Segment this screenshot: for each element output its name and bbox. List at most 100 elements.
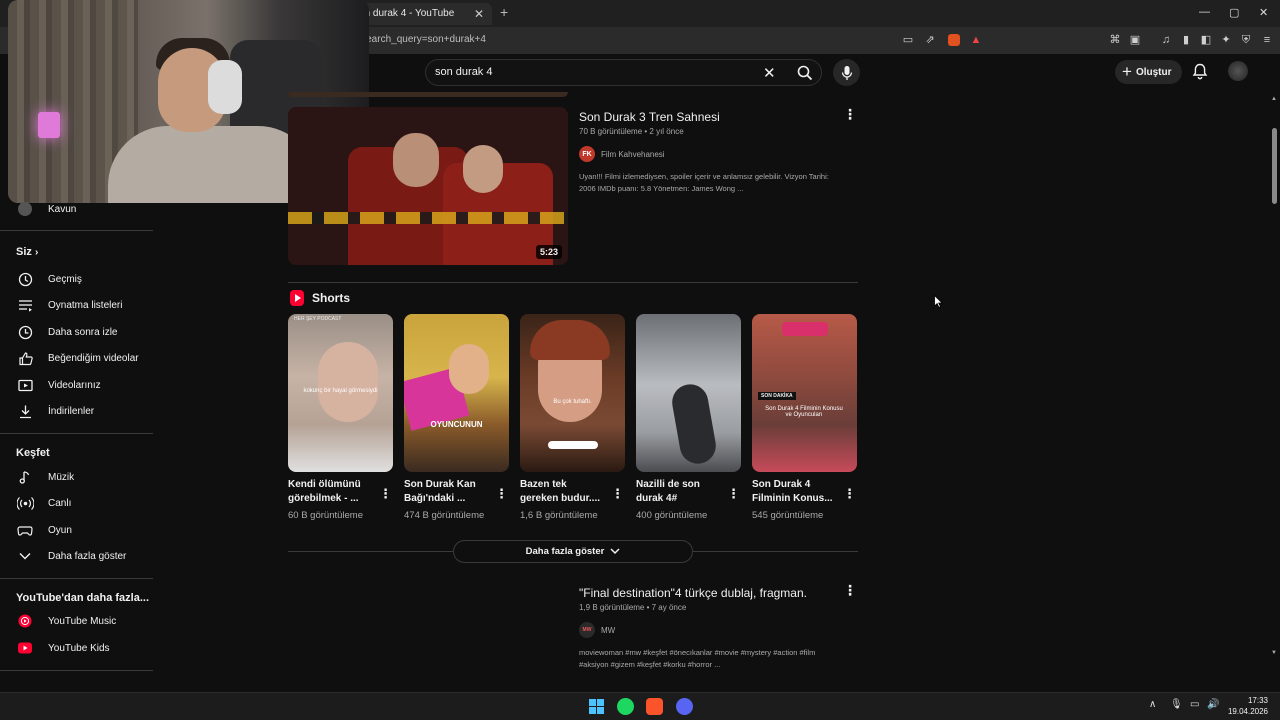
sidebar-item-downloads[interactable]: İndirilenler <box>0 399 155 423</box>
scroll-down-icon[interactable]: ▼ <box>1271 650 1277 656</box>
plus-icon: + <box>1122 62 1132 81</box>
short-thumbnail[interactable]: OYUNCUNUN <box>404 314 509 472</box>
sidebar-item-youtube-music[interactable]: YouTube Music <box>0 609 155 633</box>
short-thumbnail[interactable]: SON DAKİKA Son Durak 4 Filminin Konusu v… <box>752 314 857 472</box>
search-button[interactable] <box>788 60 822 85</box>
sidebar-section-you[interactable]: Siz › <box>0 240 155 264</box>
short-menu-icon[interactable]: ⋮ <box>727 486 740 502</box>
search-box[interactable]: son durak 4 ✕ <box>425 59 822 86</box>
create-button[interactable]: + Oluştur <box>1115 60 1182 84</box>
system-clock[interactable]: 17:33 19.04.2026 <box>1224 695 1268 717</box>
like-icon <box>16 349 34 367</box>
section-heading: YouTube'dan daha fazla... <box>16 592 149 604</box>
rewards-icon[interactable]: ▲ <box>970 34 982 46</box>
scrollbar-thumb[interactable] <box>1272 128 1277 204</box>
section-heading: Keşfet <box>16 447 50 459</box>
sidebar-item-playlists[interactable]: Oynatma listeleri <box>0 293 155 317</box>
short-tag: SON DAKİKA <box>758 392 796 400</box>
spotify-icon[interactable] <box>617 698 634 715</box>
short-views: 400 görüntüleme <box>636 510 708 521</box>
sidebar-item-label: Canlı <box>48 497 72 509</box>
taskbar: ∧ 🎙 ▭ 🔊 17:33 19.04.2026 <box>0 692 1280 720</box>
short-menu-icon[interactable]: ⋮ <box>495 486 508 502</box>
short-title[interactable]: Nazilli de son durak 4# <box>636 478 726 506</box>
media-icon[interactable]: ♫ <box>1160 34 1172 46</box>
short-thumbnail[interactable] <box>636 314 741 472</box>
sidebar-section-more-from-youtube: YouTube'dan daha fazla... <box>0 586 155 610</box>
watch-later-icon <box>16 323 34 341</box>
sidebar-item-your-videos[interactable]: Videolarınız <box>0 373 155 397</box>
share-icon[interactable]: ⇗ <box>924 34 936 46</box>
network-icon[interactable]: ▭ <box>1190 699 1199 710</box>
channel-name: Film Kahvehanesi <box>601 149 665 159</box>
new-tab-button[interactable]: + <box>500 4 508 20</box>
microphone-tray-icon[interactable]: 🎙 <box>1170 699 1183 710</box>
extensions-icon[interactable]: ⌘ <box>1109 34 1121 46</box>
sidebar-item-show-more[interactable]: Daha fazla göster <box>0 544 155 568</box>
sidebar-item-gaming[interactable]: Oyun <box>0 518 155 542</box>
maximize-button[interactable]: ▢ <box>1229 6 1239 19</box>
close-window-button[interactable]: ✕ <box>1259 6 1268 19</box>
sidebar-item-watch-later[interactable]: Daha sonra izle <box>0 320 155 344</box>
wallet-icon[interactable]: ◧ <box>1200 34 1212 46</box>
sidebar-item-label: Kavun <box>48 203 77 215</box>
short-title[interactable]: Bazen tek gereken budur.... <box>520 478 610 506</box>
tab-close-icon[interactable]: ✕ <box>474 7 484 21</box>
sidebar-item-kavun[interactable]: Kavun <box>0 197 155 221</box>
volume-icon[interactable]: 🔊 <box>1207 699 1219 710</box>
sidebar-item-label: Geçmiş <box>48 273 82 285</box>
channel-name: MW <box>601 625 616 635</box>
leo-icon[interactable]: ✦ <box>1220 34 1232 46</box>
notifications-bell-icon[interactable] <box>1192 63 1208 80</box>
sidebar-item-liked-videos[interactable]: Beğendiğim videolar <box>0 346 155 370</box>
scroll-up-icon[interactable]: ▲ <box>1271 96 1277 102</box>
video-title[interactable]: Son Durak 3 Tren Sahnesi <box>579 110 720 124</box>
sidebar-item-music[interactable]: Müzik <box>0 465 155 489</box>
section-divider <box>288 282 858 283</box>
clear-search-icon[interactable]: ✕ <box>763 64 776 82</box>
account-avatar[interactable] <box>1228 61 1248 81</box>
music-icon <box>16 468 34 486</box>
short-menu-icon[interactable]: ⋮ <box>379 486 392 502</box>
sidebar: Kavun Siz › Geçmiş Oynatma listeleri Dah… <box>0 92 155 692</box>
discord-icon[interactable] <box>676 698 693 715</box>
voice-search-button[interactable] <box>833 59 860 86</box>
short-title[interactable]: Kendi ölümünü görebilmek - ... <box>288 478 378 506</box>
channel-link[interactable]: FK Film Kahvehanesi <box>579 146 665 162</box>
section-divider <box>288 551 453 552</box>
short-menu-icon[interactable]: ⋮ <box>611 486 624 502</box>
brave-browser-icon[interactable] <box>646 698 663 715</box>
download-icon <box>16 402 34 420</box>
video-menu-icon[interactable]: ⋮ <box>843 583 857 597</box>
short-views: 545 görüntüleme <box>752 510 824 521</box>
vpn-icon[interactable]: ⛨ <box>1240 34 1252 46</box>
menu-icon[interactable]: ≡ <box>1261 34 1273 46</box>
short-thumbnail[interactable]: HER ŞEY PODCAST kokunç bir hayal görmesi… <box>288 314 393 472</box>
short-thumbnail[interactable]: Bu çok tuhaftı. <box>520 314 625 472</box>
sidebar-toggle-icon[interactable]: ▮ <box>1180 34 1192 46</box>
video-meta: 1,9 B görüntüleme • 7 ay önce <box>579 603 687 612</box>
screenshot-icon[interactable]: ▣ <box>1129 34 1141 46</box>
short-views: 60 B görüntüleme <box>288 510 363 521</box>
video-thumbnail[interactable]: 5:23 <box>288 107 568 265</box>
section-heading: Siz › <box>16 246 39 258</box>
show-more-button[interactable]: Daha fazla göster <box>453 540 693 563</box>
sidebar-item-label: YouTube Music <box>48 615 117 627</box>
windows-start-icon[interactable] <box>588 698 605 715</box>
channel-link[interactable]: MW MW <box>579 622 615 638</box>
brave-shields-icon[interactable] <box>948 34 960 46</box>
sidebar-item-label: YouTube Kids <box>48 642 110 654</box>
sidebar-item-label: Müzik <box>48 471 75 483</box>
tray-overflow-icon[interactable]: ∧ <box>1149 699 1156 710</box>
video-title[interactable]: "Final destination"4 türkçe dublaj, frag… <box>579 586 807 600</box>
short-title[interactable]: Son Durak 4 Filminin Konus... <box>752 478 842 506</box>
minimize-button[interactable]: — <box>1199 6 1210 18</box>
search-input[interactable]: son durak 4 <box>435 66 492 78</box>
sidebar-item-live[interactable]: Canlı <box>0 491 155 515</box>
sidebar-item-youtube-kids[interactable]: YouTube Kids <box>0 636 155 660</box>
video-menu-icon[interactable]: ⋮ <box>843 107 857 121</box>
sidebar-item-history[interactable]: Geçmiş <box>0 267 155 291</box>
short-menu-icon[interactable]: ⋮ <box>843 486 856 502</box>
cast-icon[interactable]: ▭ <box>902 34 914 46</box>
short-title[interactable]: Son Durak Kan Bağı'ndaki ... <box>404 478 494 506</box>
